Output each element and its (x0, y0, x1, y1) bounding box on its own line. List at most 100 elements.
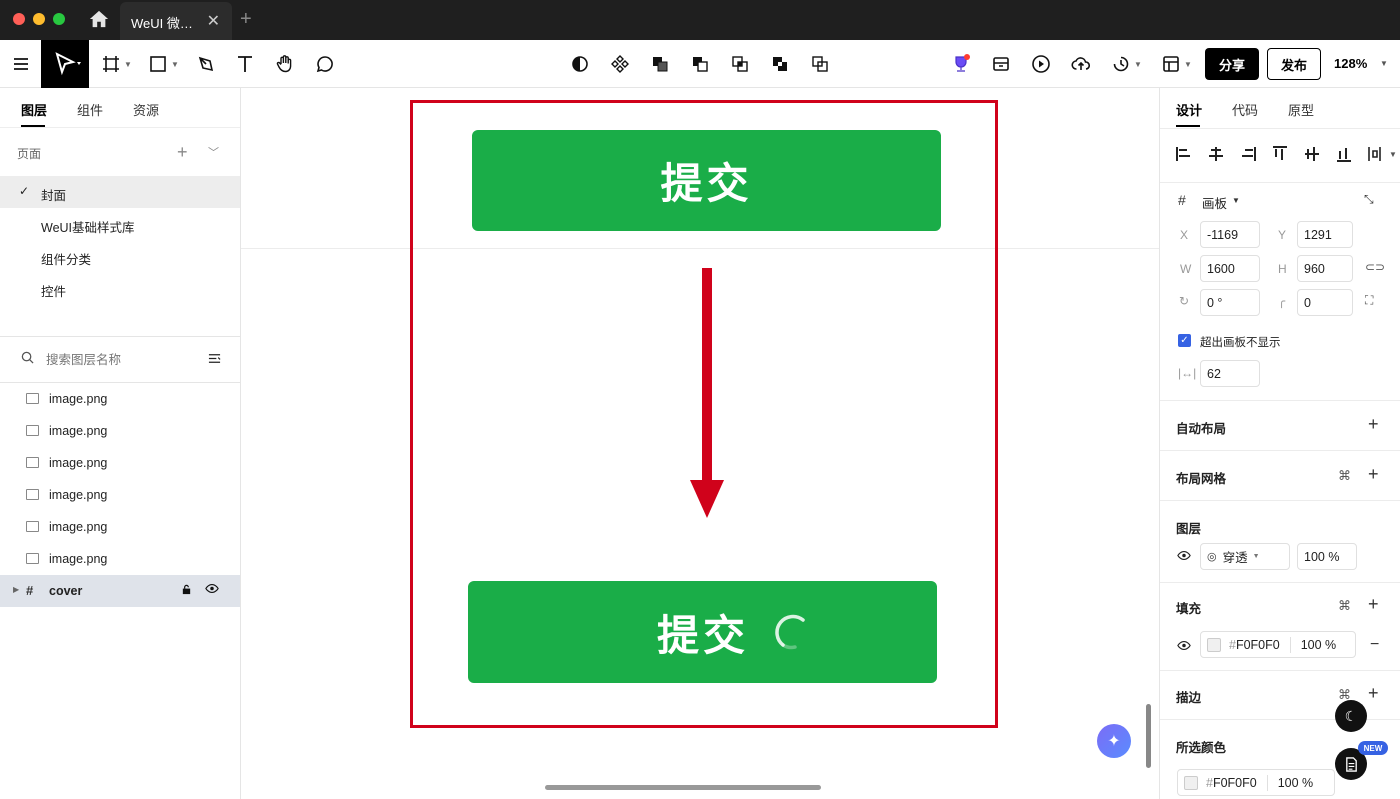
comment-tool-icon[interactable] (313, 52, 337, 76)
selected-hex-value[interactable]: F0F0F0 (1213, 776, 1257, 790)
layer-item[interactable]: image.png (0, 511, 240, 543)
frame-type-caret-icon[interactable]: ▼ (1232, 196, 1240, 205)
add-layout-grid-icon[interactable]: + (1368, 464, 1379, 485)
pen-tool-icon[interactable] (194, 52, 218, 76)
rectangle-tool-icon[interactable] (146, 52, 170, 76)
document-tab[interactable]: WeUI 微… ✕ (120, 2, 232, 40)
tab-layers[interactable]: 图层 (21, 100, 47, 119)
layer-visibility-eye-icon[interactable] (1177, 550, 1191, 564)
menu-icon[interactable] (9, 52, 33, 76)
align-center-v-icon[interactable] (1302, 144, 1322, 164)
archive-icon[interactable] (989, 52, 1013, 76)
design-canvas[interactable]: 提交 提交 ✦ (241, 88, 1159, 799)
y-input[interactable]: 1291 (1297, 221, 1353, 248)
share-button[interactable]: 分享 (1205, 48, 1259, 80)
hand-tool-icon[interactable] (273, 52, 297, 76)
flatten-icon[interactable] (808, 52, 832, 76)
layer-item[interactable]: image.png (0, 543, 240, 575)
fill-visibility-eye-icon[interactable] (1177, 640, 1191, 654)
layout-caret-icon[interactable]: ▼ (1184, 60, 1192, 69)
rotation-input[interactable]: 0 ° (1200, 289, 1260, 316)
tab-assets[interactable]: 资源 (133, 100, 159, 119)
new-tab-button[interactable]: + (240, 8, 252, 31)
history-icon[interactable] (1109, 52, 1133, 76)
history-caret-icon[interactable]: ▼ (1134, 60, 1142, 69)
home-icon[interactable] (88, 9, 112, 31)
fill-hex-value[interactable]: F0F0F0 (1236, 638, 1280, 652)
fill-color-swatch[interactable] (1207, 637, 1221, 652)
page-item[interactable]: 组件分类 (0, 240, 240, 272)
boolean-subtract-icon[interactable] (688, 52, 712, 76)
zoom-level[interactable]: 128% (1334, 56, 1367, 71)
move-tool-button[interactable] (41, 40, 89, 88)
frame-type-dropdown[interactable]: 画板 (1202, 193, 1227, 212)
vertical-scrollbar[interactable] (1146, 704, 1151, 768)
collapse-icon[interactable]: ⤡ (1364, 192, 1374, 207)
dark-mode-moon-icon[interactable]: ☾ (1335, 700, 1367, 732)
boolean-union-icon[interactable] (648, 52, 672, 76)
maximize-window-button[interactable] (53, 13, 65, 25)
mask-icon[interactable] (568, 52, 592, 76)
selected-color-swatch[interactable] (1184, 775, 1198, 790)
lock-icon[interactable] (181, 584, 192, 598)
blend-mode-select[interactable]: ◎ 穿透 ▼ (1200, 543, 1290, 570)
add-fill-icon[interactable]: + (1368, 594, 1379, 615)
shape-tool-caret-icon[interactable]: ▼ (171, 60, 179, 69)
minimize-window-button[interactable] (33, 13, 45, 25)
tab-prototype[interactable]: 原型 (1288, 100, 1314, 119)
fill-color-input[interactable]: # F0F0F0 100 % (1200, 631, 1356, 658)
tab-code[interactable]: 代码 (1232, 100, 1258, 119)
layer-item[interactable]: image.png (0, 383, 240, 415)
distribute-caret-icon[interactable]: ▼ (1389, 150, 1397, 159)
play-preview-icon[interactable] (1029, 52, 1053, 76)
fill-opacity-value[interactable]: 100 % (1301, 638, 1336, 652)
component-icon[interactable] (608, 52, 632, 76)
visibility-eye-icon[interactable] (205, 583, 219, 597)
filter-icon[interactable] (208, 352, 221, 368)
align-left-icon[interactable] (1174, 144, 1194, 164)
align-top-icon[interactable] (1270, 144, 1290, 164)
add-auto-layout-icon[interactable]: + (1368, 414, 1379, 435)
fill-styles-icon[interactable]: ⌘ (1338, 598, 1351, 614)
text-tool-icon[interactable] (233, 52, 257, 76)
clip-content-checkbox[interactable]: ✓ (1178, 334, 1191, 347)
remove-fill-icon[interactable]: − (1370, 636, 1379, 654)
frame-tool-icon[interactable] (99, 52, 123, 76)
layer-item[interactable]: image.png (0, 447, 240, 479)
page-item[interactable]: WeUI基础样式库 (0, 208, 240, 240)
height-input[interactable]: 960 (1297, 255, 1353, 282)
constrain-proportions-icon[interactable]: ⊂⊃ (1365, 260, 1385, 274)
ai-assistant-icon[interactable]: ✦ (1097, 724, 1131, 758)
tab-components[interactable]: 组件 (77, 100, 103, 119)
spacing-input[interactable]: 62 (1200, 360, 1260, 387)
collapse-pages-icon[interactable]: ﹀ (208, 144, 219, 160)
align-right-icon[interactable] (1238, 144, 1258, 164)
width-input[interactable]: 1600 (1200, 255, 1260, 282)
layer-opacity-input[interactable]: 100 % (1297, 543, 1357, 570)
selected-color-input[interactable]: # F0F0F0 100 % (1177, 769, 1335, 796)
boolean-exclude-icon[interactable] (768, 52, 792, 76)
layer-search-input[interactable] (46, 350, 196, 370)
horizontal-scrollbar[interactable] (545, 785, 821, 790)
expand-arrow-icon[interactable]: ▶ (13, 585, 19, 594)
tab-design[interactable]: 设计 (1176, 100, 1202, 119)
upload-cloud-icon[interactable] (1069, 52, 1093, 76)
x-input[interactable]: -1169 (1200, 221, 1260, 248)
page-item[interactable]: ✓ 封面 (0, 176, 240, 208)
grid-styles-icon[interactable]: ⌘ (1338, 468, 1351, 484)
corner-radius-input[interactable]: 0 (1297, 289, 1353, 316)
trophy-icon[interactable] (949, 52, 973, 76)
close-window-button[interactable] (13, 13, 25, 25)
frame-tool-caret-icon[interactable]: ▼ (124, 60, 132, 69)
selected-opacity-value[interactable]: 100 % (1278, 776, 1313, 790)
add-page-icon[interactable]: + (177, 142, 188, 163)
align-center-h-icon[interactable] (1206, 144, 1226, 164)
boolean-intersect-icon[interactable] (728, 52, 752, 76)
frame-layer-cover[interactable]: ▶ # cover (0, 575, 240, 607)
page-item[interactable]: 控件 (0, 272, 240, 304)
independent-corners-icon[interactable]: ⛶ (1365, 293, 1373, 308)
layer-item[interactable]: image.png (0, 415, 240, 447)
align-bottom-icon[interactable] (1334, 144, 1354, 164)
close-tab-icon[interactable]: ✕ (207, 11, 220, 31)
distribute-icon[interactable] (1366, 144, 1386, 164)
